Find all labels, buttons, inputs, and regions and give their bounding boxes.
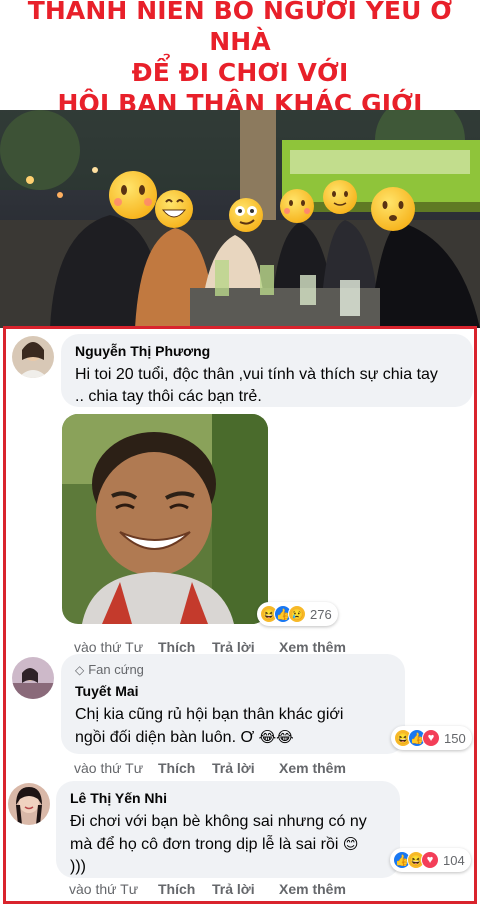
like-button[interactable]: Thích	[158, 760, 212, 776]
comment-time: vào thứ Tư	[74, 760, 144, 776]
avatar[interactable]	[12, 336, 54, 378]
smiling-face-icon: 😊	[342, 835, 359, 853]
headline: THANH NIÊN BỎ NGƯỜI YÊU Ở NHÀ ĐỂ ĐI CHƠI…	[0, 0, 480, 118]
comment-time: vào thứ Tư	[69, 881, 139, 897]
see-more-button[interactable]: Xem thêm	[279, 639, 346, 655]
avatar[interactable]	[12, 657, 54, 699]
emoji-face-1	[109, 171, 157, 219]
comment-text: Hi toi 20 tuổi, độc thân ,vui tính và th…	[75, 364, 461, 408]
comment-bubble: Lê Thị Yến Nhi Đi chơi với bạn bè không …	[56, 781, 400, 878]
fan-badge: ◇ Fan cứng	[75, 662, 393, 678]
reaction-summary[interactable]: 😆 👍 😢 276	[257, 602, 338, 626]
diamond-icon: ◇	[75, 663, 85, 677]
reaction-count: 150	[444, 730, 466, 746]
reaction-summary[interactable]: 👍 😆 ♥ 104	[390, 848, 471, 872]
headline-line-1: THANH NIÊN BỎ NGƯỜI YÊU Ở NHÀ	[27, 0, 453, 56]
reply-button[interactable]: Trả lời	[212, 639, 279, 655]
comment-author[interactable]: Tuyết Mai	[75, 682, 393, 700]
see-more-button[interactable]: Xem thêm	[279, 760, 346, 776]
comment-text-fragment: mà để họ cô đơn trong dịp lễ là sai rồi	[70, 836, 339, 853]
reply-button[interactable]: Trả lời	[212, 760, 279, 776]
comment-text-line: Đi chơi với bạn bè không sai nhưng có ny	[70, 813, 367, 830]
comment-meta: vào thứ Tư Thích Trả lời Xem thêm	[74, 639, 346, 655]
fan-badge-label: Fan cứng	[88, 662, 144, 677]
reaction-summary[interactable]: 😆 👍 ♥ 150	[391, 726, 472, 750]
comment-text: Chị kia cũng rủ hội bạn thân khác giới n…	[75, 704, 393, 749]
comment-meta: vào thứ Tư Thích Trả lời Xem thêm	[69, 881, 346, 897]
comment-text-line: ngồi đối diện bàn luôn. Ơ 😂😂	[75, 726, 393, 749]
comment-text-line: mà để họ cô đơn trong dịp lễ là sai rồi …	[70, 833, 388, 856]
comments-panel: Nguyễn Thị Phương Hi toi 20 tuổi, độc th…	[3, 326, 477, 904]
like-button[interactable]: Thích	[158, 881, 212, 897]
love-reaction-icon: ♥	[421, 851, 439, 869]
laughing-tears-icon: 😂😂	[258, 728, 294, 746]
comment-text-line: Hi toi 20 tuổi, độc thân ,vui tính và th…	[75, 366, 438, 383]
reaction-count: 104	[443, 852, 465, 868]
comment-text-fragment: ngồi đối diện bàn luôn. Ơ	[75, 729, 255, 746]
comment-author[interactable]: Lê Thị Yến Nhi	[70, 789, 388, 807]
comment-bubble: Nguyễn Thị Phương Hi toi 20 tuổi, độc th…	[61, 334, 473, 407]
reply-button[interactable]: Trả lời	[212, 881, 279, 897]
avatar[interactable]	[8, 783, 50, 825]
comment-text: Đi chơi với bạn bè không sai nhưng có ny…	[70, 811, 388, 878]
comment-bubble: ◇ Fan cứng Tuyết Mai Chị kia cũng rủ hội…	[61, 654, 405, 754]
like-button[interactable]: Thích	[158, 639, 212, 655]
reaction-count: 276	[310, 606, 332, 622]
comment-text-line: Chị kia cũng rủ hội bạn thân khác giới	[75, 706, 344, 723]
comment-text-line: .. chia tay thôi các bạn trẻ.	[75, 388, 262, 405]
comment-author[interactable]: Nguyễn Thị Phương	[75, 342, 461, 360]
comment-text-line: )))	[70, 858, 86, 875]
love-reaction-icon: ♥	[422, 729, 440, 747]
comment-time: vào thứ Tư	[74, 639, 144, 655]
comment-meta: vào thứ Tư Thích Trả lời Xem thêm	[74, 760, 346, 776]
meme-image[interactable]	[62, 414, 268, 624]
group-photo	[0, 110, 480, 328]
see-more-button[interactable]: Xem thêm	[279, 881, 346, 897]
sad-reaction-icon: 😢	[288, 605, 306, 623]
headline-line-2: ĐỂ ĐI CHƠI VỚI	[131, 58, 349, 87]
